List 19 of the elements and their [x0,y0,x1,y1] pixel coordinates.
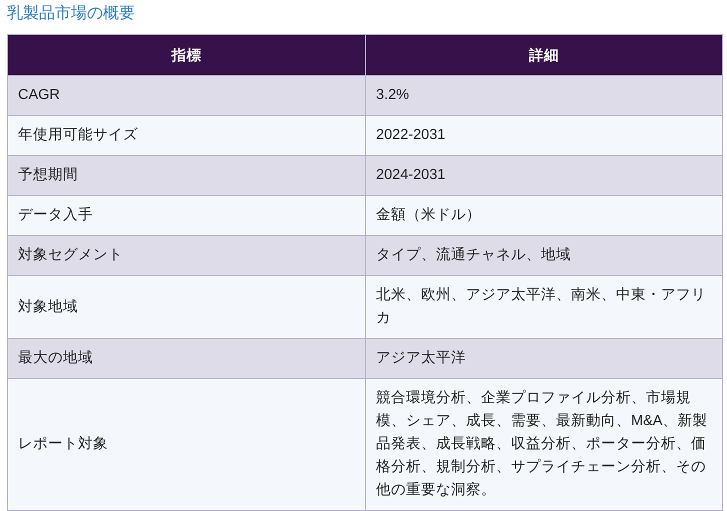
column-header: 詳細 [366,34,722,76]
table-cell: 最大の地域 [8,338,366,378]
table-cell: CAGR [8,76,366,116]
table-cell: データ入手 [8,196,366,236]
table-cell: 対象地域 [8,276,366,338]
page-title: 乳製品市場の概要 [7,4,135,24]
table-cell: アジア太平洋 [366,338,722,378]
table-cell: レポート対象 [8,378,366,510]
table-cell: 予想期間 [8,156,366,196]
table-cell: 年使用可能サイズ [8,116,366,156]
table-cell: 金額（米ドル） [366,196,722,236]
table-cell: タイプ、流通チャネル、地域 [366,236,722,276]
table-cell: 2022-2031 [366,116,722,156]
column-header: 指標 [8,34,366,76]
table-cell: 競合環境分析、企業プロファイル分析、市場規模、シェア、成長、需要、最新動向、M&A、新製品発表、成長戦略、収益分析、ポーター分析、価格分析、規制分析、サプライチェーン分析、その他の重要な洞察。 [366,378,722,510]
table-cell: 北米、欧州、アジア太平洋、南米、中東・アフリカ [366,276,722,338]
table-cell: 2024-2031 [366,156,722,196]
table-cell: 3.2% [366,76,722,116]
table-cell: 対象セグメント [8,236,366,276]
